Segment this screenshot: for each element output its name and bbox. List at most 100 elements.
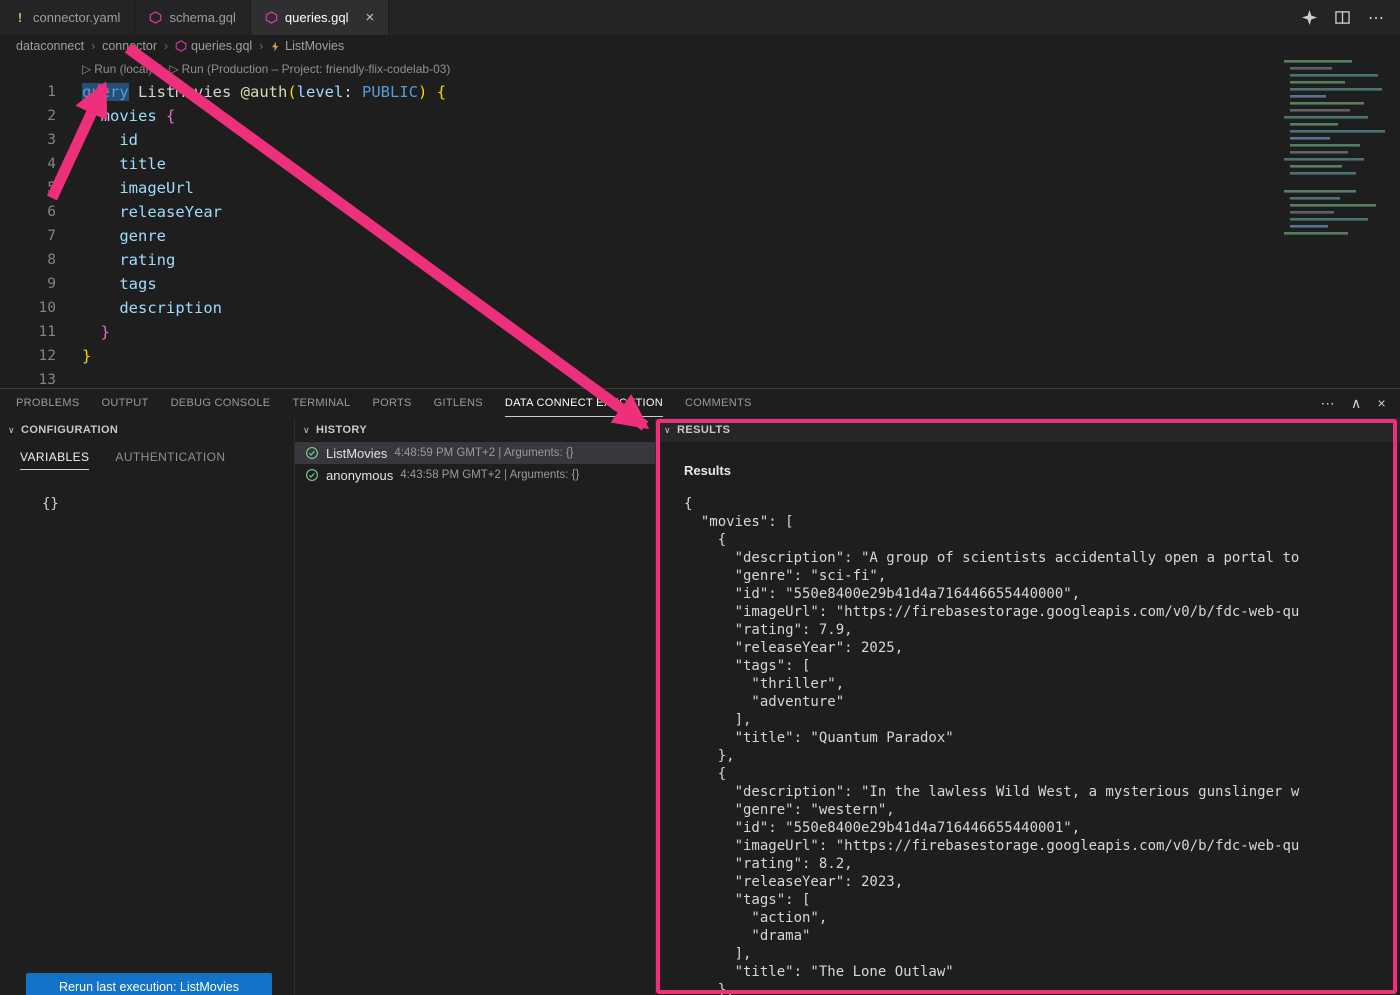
rerun-last-execution-button[interactable]: Rerun last execution: ListMovies xyxy=(26,973,272,995)
line-number: 6 xyxy=(0,200,56,224)
code-line: 4 title xyxy=(0,152,1400,176)
panel-tab-debug-console[interactable]: DEBUG CONSOLE xyxy=(171,389,271,417)
history-item-meta: 4:48:59 PM GMT+2 | Arguments: {} xyxy=(394,447,573,459)
panel-tab-gitlens[interactable]: GITLENS xyxy=(434,389,483,417)
history-section: ∨ HISTORY ListMovies 4:48:59 PM GMT+2 | … xyxy=(295,418,656,995)
breadcrumb-separator: › xyxy=(164,39,168,53)
section-title: CONFIGURATION xyxy=(21,424,118,436)
code-line: 5 imageUrl xyxy=(0,176,1400,200)
codelens-separator: | xyxy=(159,62,162,76)
code-line: 3 id xyxy=(0,128,1400,152)
split-editor-icon[interactable] xyxy=(1335,10,1350,25)
codelens-row: ▷ Run (local) | ▷ Run (Production – Proj… xyxy=(82,57,1400,80)
panel-tab-ports[interactable]: PORTS xyxy=(372,389,411,417)
results-json-output[interactable]: { "movies": [ { "description": "A group … xyxy=(684,495,1400,995)
line-number: 1 xyxy=(0,80,56,104)
results-section: ∨ RESULTS Results { "movies": [ { "descr… xyxy=(656,418,1400,995)
graphql-icon xyxy=(175,40,187,52)
code-line: 1 query ListMovies @auth(level: PUBLIC) … xyxy=(0,80,1400,104)
chevron-down-icon: ∨ xyxy=(8,425,15,436)
line-number: 9 xyxy=(0,272,56,296)
line-number: 2 xyxy=(0,104,56,128)
more-actions-icon[interactable]: ⋯ xyxy=(1368,8,1384,28)
code-line: 13 xyxy=(0,368,1400,388)
history-item-listmovies[interactable]: ListMovies 4:48:59 PM GMT+2 | Arguments:… xyxy=(295,442,655,464)
code-line: 11 } xyxy=(0,320,1400,344)
history-item-meta: 4:43:58 PM GMT+2 | Arguments: {} xyxy=(400,469,579,481)
breadcrumb-listmovies[interactable]: ListMovies xyxy=(270,39,344,53)
code-line: 2 movies { xyxy=(0,104,1400,128)
play-icon: ▷ xyxy=(82,62,91,76)
close-panel-icon[interactable]: × xyxy=(1378,395,1386,411)
minimap[interactable] xyxy=(1282,57,1398,239)
line-number: 11 xyxy=(0,320,56,344)
tab-schema-gql[interactable]: schema.gql xyxy=(135,0,250,35)
bottom-panel: PROBLEMS OUTPUT DEBUG CONSOLE TERMINAL P… xyxy=(0,388,1400,995)
configuration-section-header[interactable]: ∨ CONFIGURATION xyxy=(0,418,294,442)
editor-actions: ⋯ xyxy=(1302,0,1400,35)
breadcrumb-dataconnect[interactable]: dataconnect xyxy=(16,39,84,53)
panel-tab-comments[interactable]: COMMENTS xyxy=(685,389,752,417)
run-production-label: Run (Production – Project: friendly-flix… xyxy=(182,62,451,76)
configuration-tabs: VARIABLES AUTHENTICATION xyxy=(0,450,294,470)
breadcrumb: dataconnect › connector › queries.gql › … xyxy=(0,35,1400,57)
code-line: 12 } xyxy=(0,344,1400,368)
run-production-link[interactable]: ▷ Run (Production – Project: friendly-fl… xyxy=(169,62,450,76)
breadcrumb-queries-gql[interactable]: queries.gql xyxy=(175,39,252,53)
code-line: 9 tags xyxy=(0,272,1400,296)
panel-tab-output[interactable]: OUTPUT xyxy=(102,389,149,417)
chevron-down-icon: ∨ xyxy=(303,425,310,436)
panel-tab-data-connect-execution[interactable]: DATA CONNECT EXECUTION xyxy=(505,389,663,417)
results-section-header[interactable]: ∨ RESULTS xyxy=(656,418,1400,442)
success-check-icon xyxy=(305,446,319,460)
code-line: 10 description xyxy=(0,296,1400,320)
results-title: Results xyxy=(684,463,1400,478)
line-number: 10 xyxy=(0,296,56,320)
tab-queries-gql[interactable]: queries.gql × xyxy=(251,0,389,35)
line-number: 8 xyxy=(0,248,56,272)
operation-symbol-icon xyxy=(270,41,281,52)
yaml-file-icon: ! xyxy=(14,10,26,25)
tab-label: schema.gql xyxy=(169,10,235,25)
breadcrumb-label: ListMovies xyxy=(285,39,344,53)
configuration-section: ∨ CONFIGURATION VARIABLES AUTHENTICATION… xyxy=(0,418,295,995)
panel-tab-problems[interactable]: PROBLEMS xyxy=(16,389,80,417)
panel-tab-terminal[interactable]: TERMINAL xyxy=(292,389,350,417)
tab-label: connector.yaml xyxy=(33,10,120,25)
code-line: 6 releaseYear xyxy=(0,200,1400,224)
history-section-header[interactable]: ∨ HISTORY xyxy=(295,418,655,442)
breadcrumb-label: queries.gql xyxy=(191,39,252,53)
graphql-icon xyxy=(265,11,278,24)
tab-connector-yaml[interactable]: ! connector.yaml xyxy=(0,0,135,35)
vscode-window: ! connector.yaml schema.gql queries.gql … xyxy=(0,0,1400,995)
run-local-label: Run (local) xyxy=(94,62,152,76)
panel-actions: ⋯ ∧ × xyxy=(1321,395,1400,412)
breadcrumb-connector[interactable]: connector xyxy=(102,39,157,53)
tab-authentication[interactable]: AUTHENTICATION xyxy=(115,450,225,470)
panel-body: ∨ CONFIGURATION VARIABLES AUTHENTICATION… xyxy=(0,418,1400,995)
tab-label: queries.gql xyxy=(285,10,349,25)
history-item-anonymous[interactable]: anonymous 4:43:58 PM GMT+2 | Arguments: … xyxy=(295,464,655,486)
panel-tab-bar: PROBLEMS OUTPUT DEBUG CONSOLE TERMINAL P… xyxy=(0,389,1400,417)
line-number: 13 xyxy=(0,368,56,388)
sparkle-copilot-icon[interactable] xyxy=(1302,10,1317,25)
line-number: 12 xyxy=(0,344,56,368)
run-local-link[interactable]: ▷ Run (local) xyxy=(82,62,152,76)
tab-variables[interactable]: VARIABLES xyxy=(20,450,89,470)
more-actions-icon[interactable]: ⋯ xyxy=(1321,395,1335,412)
variables-editor[interactable]: {} xyxy=(42,496,294,512)
history-item-name: ListMovies xyxy=(326,446,387,461)
code-editor[interactable]: ▷ Run (local) | ▷ Run (Production – Proj… xyxy=(0,57,1400,388)
section-title: RESULTS xyxy=(677,424,730,436)
line-number: 7 xyxy=(0,224,56,248)
code-line: 7 genre xyxy=(0,224,1400,248)
chevron-down-icon: ∨ xyxy=(664,425,671,436)
maximize-panel-icon[interactable]: ∧ xyxy=(1351,395,1362,412)
success-check-icon xyxy=(305,468,319,482)
line-number: 3 xyxy=(0,128,56,152)
close-icon[interactable]: × xyxy=(366,10,375,25)
section-title: HISTORY xyxy=(316,424,367,436)
graphql-icon xyxy=(149,11,162,24)
breadcrumb-separator: › xyxy=(91,39,95,53)
line-number: 4 xyxy=(0,152,56,176)
